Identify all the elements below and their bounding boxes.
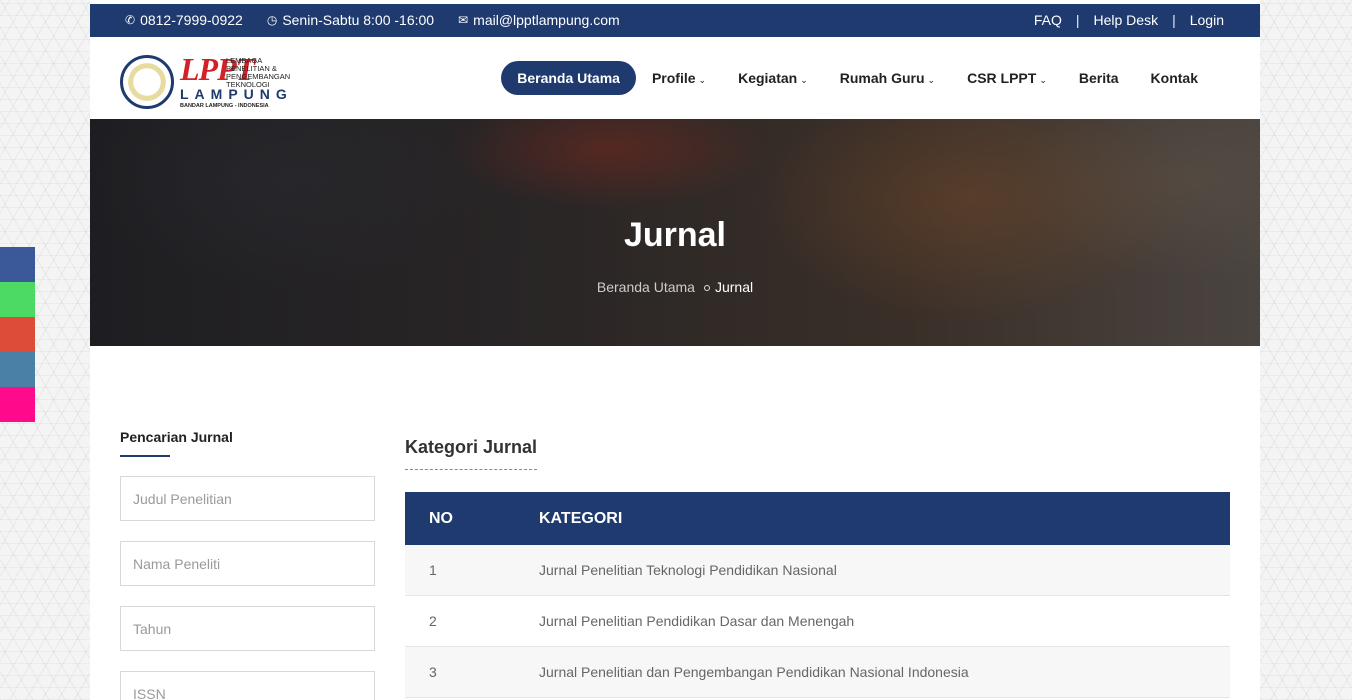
nav-item-label: CSR LPPT (967, 70, 1037, 86)
phone-info: ✆ 0812-7999-0922 (125, 12, 243, 28)
breadcrumb: Beranda Utama Jurnal (90, 279, 1260, 295)
column-header-kategori: KATEGORI (539, 509, 623, 527)
top-links: FAQ | Help Desk | Login (1034, 12, 1224, 28)
separator: | (1075, 12, 1080, 28)
login-link[interactable]: Login (1190, 12, 1224, 28)
top-bar: ✆ 0812-7999-0922 ◷ Senin-Sabtu 8:00 -16:… (90, 4, 1260, 37)
logo-seal-icon (120, 55, 174, 109)
row-number: 1 (429, 562, 437, 578)
site-logo[interactable]: LPPT LEMBAGA PENELITIAN & PENGEMBANGAN T… (120, 51, 300, 111)
phone-text: 0812-7999-0922 (140, 12, 243, 28)
whatsapp-share-button[interactable] (0, 282, 35, 317)
breadcrumb-home-link[interactable]: Beranda Utama (597, 279, 695, 295)
faq-link[interactable]: FAQ (1034, 12, 1062, 28)
logo-subtitle: LEMBAGA PENELITIAN & PENGEMBANGAN TEKNOL… (226, 56, 291, 89)
nav-item-label: Beranda Utama (517, 70, 620, 86)
nav-item-beranda-utama[interactable]: Beranda Utama (501, 61, 636, 95)
bullet-icon (703, 285, 710, 291)
nama-peneliti-input[interactable] (120, 541, 375, 586)
chevron-down-icon: ⌄ (800, 75, 808, 85)
logo-region: LAMPUNG (180, 86, 293, 102)
judul-penelitian-input[interactable] (120, 476, 375, 521)
facebook-share-button[interactable] (0, 247, 35, 282)
nav-item-rumah-guru[interactable]: Rumah Guru ⌄ (824, 62, 951, 94)
google-plus-share-button[interactable] (0, 317, 35, 352)
nav-item-berita[interactable]: Berita (1063, 62, 1135, 94)
nav-item-label: Berita (1078, 70, 1119, 86)
nav-item-profile[interactable]: Profile ⌄ (636, 62, 722, 94)
row-number: 2 (429, 613, 437, 629)
contact-info: ✆ 0812-7999-0922 ◷ Senin-Sabtu 8:00 -16:… (125, 12, 620, 28)
chevron-down-icon: ⌄ (698, 75, 707, 85)
page-title: Jurnal (623, 216, 727, 254)
chevron-down-icon: ⌄ (1039, 75, 1047, 85)
table-header: NO KATEGORI (405, 492, 1230, 545)
nav-item-csr-lppt[interactable]: CSR LPPT ⌄ (951, 62, 1063, 94)
category-table: NO KATEGORI 1 Jurnal Penelitian Teknolog… (405, 492, 1230, 698)
nav-item-label: Rumah Guru (839, 70, 925, 86)
help-desk-link[interactable]: Help Desk (1094, 12, 1159, 28)
social-share-strip (0, 247, 35, 422)
email-text[interactable]: mail@lpptlampung.com (473, 12, 620, 28)
linkedin-share-button[interactable] (0, 352, 35, 387)
nav-item-kontak[interactable]: Kontak (1135, 62, 1214, 94)
title-underline (405, 469, 537, 470)
title-underline (120, 455, 170, 457)
search-panel-title: Pencarian Jurnal (120, 429, 233, 445)
page-container: ✆ 0812-7999-0922 ◷ Senin-Sabtu 8:00 -16:… (90, 0, 1260, 700)
issn-input[interactable] (120, 671, 375, 700)
email-info[interactable]: ✉ mail@lpptlampung.com (458, 12, 620, 28)
tahun-input[interactable] (120, 606, 375, 651)
chevron-down-icon: ⌄ (927, 75, 936, 85)
nav-item-label: Kegiatan (738, 70, 798, 86)
separator: | (1172, 12, 1176, 28)
table-row[interactable]: 3 Jurnal Penelitian dan Pengembangan Pen… (405, 647, 1230, 698)
column-header-no: NO (429, 509, 453, 527)
phone-icon: ✆ (125, 13, 136, 27)
category-link[interactable]: Jurnal Penelitian dan Pengembangan Pendi… (539, 664, 1230, 680)
logo-city: BANDAR LAMPUNG - INDONESIA (180, 103, 269, 109)
hours-text: Senin-Sabtu 8:00 -16:00 (282, 12, 435, 28)
category-link[interactable]: Jurnal Penelitian Teknologi Pendidikan N… (539, 562, 1230, 578)
breadcrumb-current: Jurnal (714, 279, 754, 295)
main-nav: Beranda Utama Profile ⌄ Kegiatan ⌄ Rumah G… (501, 61, 1214, 95)
nav-item-label: Profile (651, 70, 696, 86)
category-section-title: Kategori Jurnal (405, 437, 538, 457)
site-header: LPPT LEMBAGA PENELITIAN & PENGEMBANGAN T… (90, 37, 1260, 119)
nav-item-kegiatan[interactable]: Kegiatan ⌄ (722, 62, 824, 94)
page-hero-banner: Jurnal Beranda Utama Jurnal (90, 119, 1260, 346)
envelope-icon: ✉ (458, 13, 469, 27)
nav-item-label: Kontak (1150, 70, 1198, 86)
table-row[interactable]: 1 Jurnal Penelitian Teknologi Pendidikan… (405, 545, 1230, 596)
table-row[interactable]: 2 Jurnal Penelitian Pendidikan Dasar dan… (405, 596, 1230, 647)
row-number: 3 (429, 664, 437, 680)
hours-info: ◷ Senin-Sabtu 8:00 -16:00 (267, 12, 434, 28)
instagram-share-button[interactable] (0, 387, 35, 422)
clock-icon: ◷ (266, 13, 278, 27)
category-link[interactable]: Jurnal Penelitian Pendidikan Dasar dan M… (539, 613, 1230, 629)
